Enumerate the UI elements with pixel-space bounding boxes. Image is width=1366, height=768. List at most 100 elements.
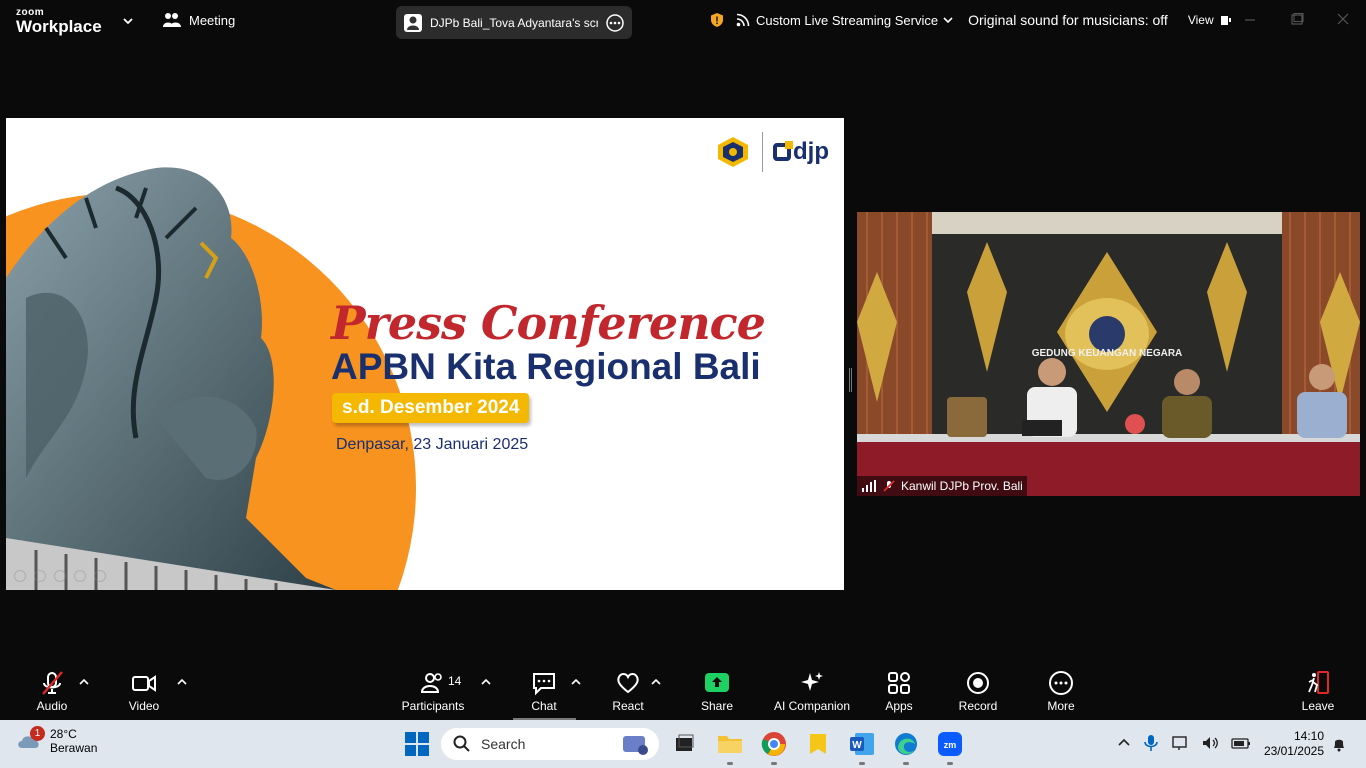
taskbar-search-box[interactable]: Search (441, 728, 659, 760)
slide-title-script: Press Conference (331, 296, 766, 350)
file-explorer-icon[interactable] (716, 730, 744, 765)
zoom-logo: zoom Workplace (16, 8, 102, 36)
share-button[interactable]: Share (695, 661, 739, 720)
edge-icon[interactable] (892, 730, 920, 765)
chat-bubble-icon (533, 673, 555, 696)
more-slide-options-icon[interactable] (94, 570, 106, 582)
more-button[interactable]: More (1039, 661, 1083, 720)
clock-date: 23/01/2025 (1263, 744, 1324, 758)
video-camera-icon (132, 675, 156, 692)
more-options-icon[interactable] (606, 13, 624, 32)
participants-label: Participants (401, 699, 465, 713)
record-button[interactable]: Record (956, 661, 1000, 720)
chevron-up-icon[interactable] (481, 679, 491, 685)
meeting-toolbar: Audio Video Participants 14 Chat React S… (0, 661, 1366, 720)
notification-bell-icon[interactable] (1331, 736, 1347, 752)
kemenkeu-emblem-icon (718, 137, 748, 167)
volume-icon[interactable] (1201, 734, 1219, 752)
djp-logo-text: djp (793, 138, 829, 165)
chrome-icon[interactable] (760, 730, 788, 765)
zoom-slide-icon[interactable] (74, 570, 86, 582)
chevron-down-icon[interactable] (121, 14, 135, 28)
apps-grid-icon (888, 672, 910, 694)
user-avatar-icon (404, 13, 422, 32)
close-icon[interactable] (1336, 12, 1350, 26)
clock-time: 14:10 (1293, 729, 1324, 743)
svg-text:zm: zm (944, 740, 957, 750)
view-menu-button[interactable]: View (1188, 13, 1214, 27)
battery-icon[interactable] (1231, 735, 1251, 751)
chevron-up-icon[interactable] (1117, 736, 1131, 750)
windows-taskbar: 28°C Berawan 1 Search W zm 14:10 23/01/2… (0, 720, 1366, 768)
meeting-menu-button[interactable]: Meeting (163, 12, 235, 28)
slideshow-controls[interactable] (14, 570, 106, 582)
share-screen-icon (705, 673, 729, 692)
press-conference-video-image: GEDUNG KEUANGAN NEGARA (857, 212, 1360, 496)
apps-button[interactable]: Apps (877, 661, 921, 720)
mic-muted-icon (883, 480, 895, 492)
notification-badge: 1 (30, 726, 45, 741)
chat-button[interactable]: Chat (522, 661, 566, 720)
sticky-notes-icon[interactable] (804, 730, 832, 758)
participant-video-tile[interactable]: GEDUNG KEUANGAN NEGARA Kanwil DJPb Prov.… (857, 212, 1360, 496)
microphone-icon[interactable] (1143, 734, 1159, 752)
system-tray (1117, 734, 1251, 752)
slide-period-badge: s.d. Desember 2024 (332, 393, 530, 423)
participant-name-label: Kanwil DJPb Prov. Bali (857, 476, 1027, 496)
zoom-app-icon[interactable]: zm (936, 730, 964, 765)
system-clock[interactable]: 14:10 23/01/2025 (1258, 729, 1324, 759)
screen-share-indicator[interactable]: DJPb Bali_Tova Adyantara's scree (396, 6, 632, 39)
video-banner-text: GEDUNG KEUANGAN NEGARA (1032, 348, 1183, 359)
pen-icon[interactable] (54, 570, 66, 582)
maximize-icon[interactable] (1290, 12, 1304, 26)
streaming-service-button[interactable]: Custom Live Streaming Service (756, 13, 938, 28)
more-label: More (1047, 699, 1075, 713)
minimize-icon[interactable] (1243, 12, 1257, 26)
leave-door-icon (1308, 671, 1329, 694)
audio-label: Audio (36, 699, 68, 713)
chevron-up-icon[interactable] (571, 679, 581, 685)
chevron-up-icon[interactable] (79, 679, 89, 685)
weather-widget[interactable]: 28°C Berawan (16, 727, 97, 755)
slide-location-date: Denpasar, 23 Januari 2025 (336, 436, 529, 453)
sparkle-icon (801, 672, 823, 691)
react-button[interactable]: React (606, 661, 650, 720)
record-icon (967, 672, 989, 694)
chevron-up-icon[interactable] (177, 679, 187, 685)
participants-icon (163, 13, 181, 27)
split-view-divider[interactable] (849, 368, 852, 392)
djp-logo-mark-icon (773, 141, 793, 161)
brand-big: Workplace (16, 17, 102, 36)
participants-button[interactable]: Participants (398, 661, 468, 720)
ai-companion-button[interactable]: AI Companion (768, 661, 856, 720)
record-label: Record (958, 699, 998, 713)
network-icon[interactable] (1171, 734, 1189, 752)
windows-start-icon[interactable] (405, 732, 429, 756)
signal-strength-icon (862, 480, 876, 492)
slide-title-main: APBN Kita Regional Bali (331, 346, 761, 387)
more-dots-icon (1049, 671, 1073, 695)
audio-button[interactable]: Audio (30, 661, 74, 720)
logo-divider (762, 132, 763, 172)
weather-description: Berawan (50, 741, 98, 755)
original-sound-toggle[interactable]: Original sound for musicians: off (968, 12, 1168, 28)
security-shield-icon[interactable] (709, 12, 725, 28)
title-bar: zoom Workplace Meeting DJPb Bali_Tova Ad… (0, 0, 1366, 44)
task-view-icon[interactable] (670, 730, 698, 758)
search-highlight-icon (623, 736, 648, 755)
garuda-statue-image (6, 167, 336, 590)
leave-button[interactable]: Leave (1296, 661, 1340, 720)
video-label: Video (128, 699, 160, 713)
heart-icon (617, 673, 639, 694)
share-label: Share (700, 699, 734, 713)
shared-screen-slide: djp Press Conference APBN Kita Regional … (6, 118, 844, 590)
participants-count: 14 (448, 674, 462, 688)
live-streaming-icon (736, 13, 750, 27)
chevron-up-icon[interactable] (651, 679, 661, 685)
next-slide-icon[interactable] (34, 570, 46, 582)
previous-slide-icon[interactable] (14, 570, 26, 582)
chevron-down-icon[interactable] (942, 14, 954, 26)
word-icon[interactable]: W (848, 730, 876, 765)
video-button[interactable]: Video (122, 661, 166, 720)
djp-logo: djp (773, 138, 829, 166)
